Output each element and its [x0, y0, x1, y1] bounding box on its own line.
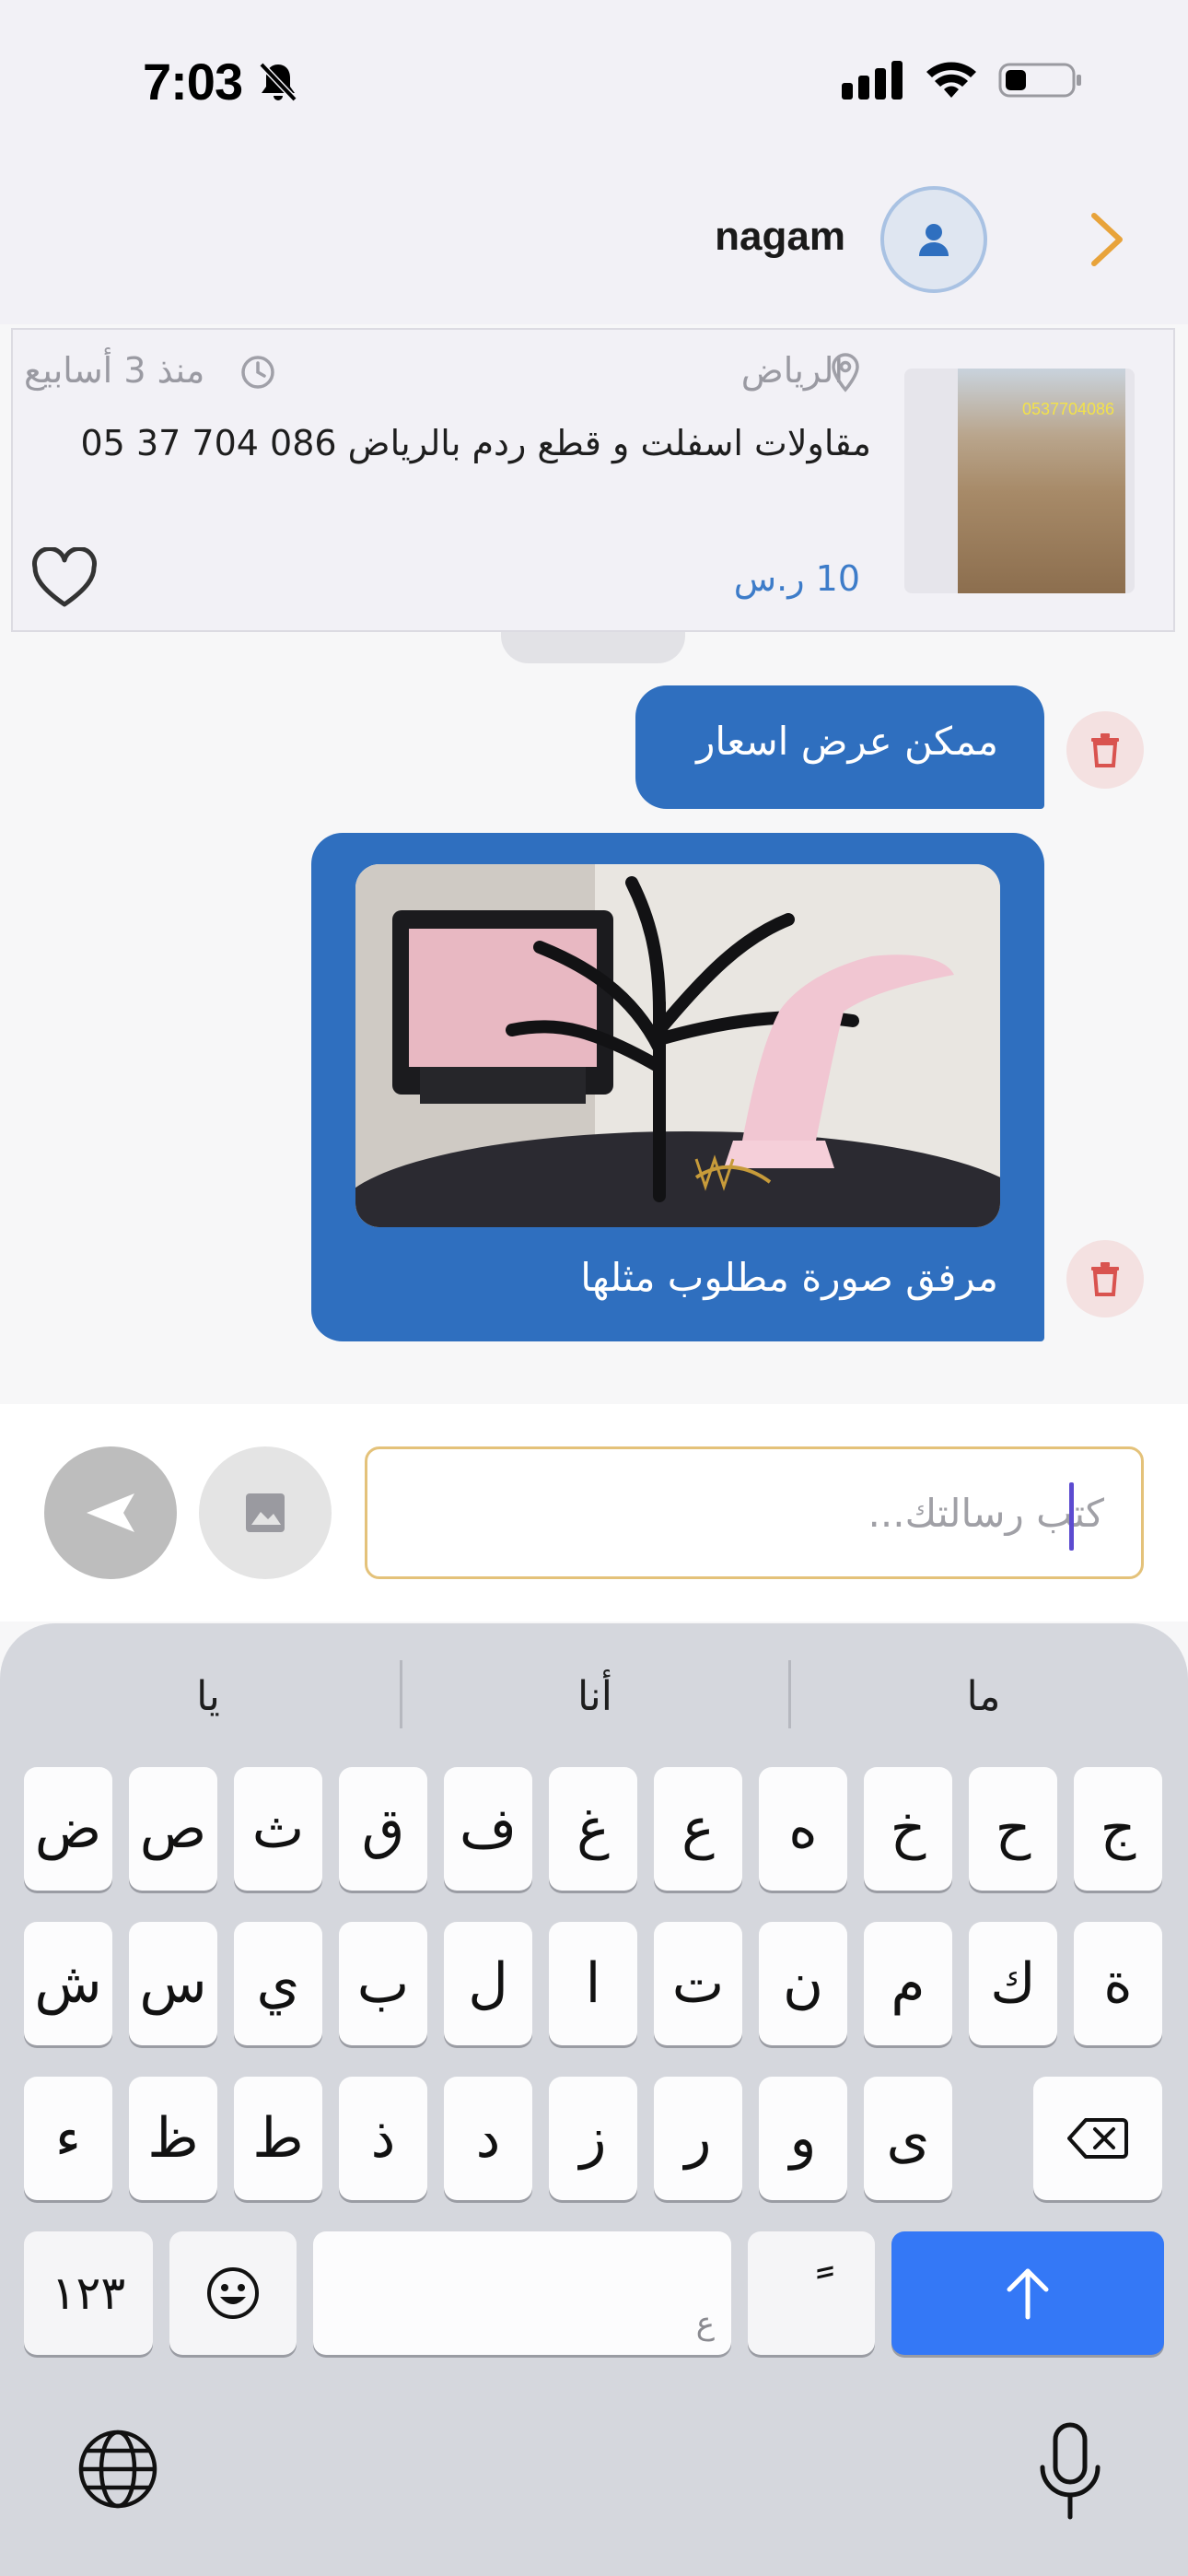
key[interactable]: ك: [969, 1922, 1057, 2045]
person-icon: [919, 224, 949, 256]
listing-photo-phone: 0537704086: [1022, 400, 1114, 418]
delete-message-button[interactable]: [1066, 1240, 1144, 1317]
message-caption: مرفق صورة مطلوب مثلها: [580, 1255, 998, 1300]
key[interactable]: ز: [549, 2077, 637, 2200]
arrow-up-icon: [1007, 2268, 1049, 2320]
numbers-key[interactable]: ١٢٣: [24, 2231, 153, 2355]
status-time: 7:03: [143, 53, 243, 111]
message-attachment-image[interactable]: [355, 864, 1000, 1227]
emoji-key[interactable]: [169, 2231, 297, 2355]
key[interactable]: ى: [864, 2077, 952, 2200]
chat-header: nagam: [0, 158, 1188, 324]
heart-icon[interactable]: [29, 547, 99, 612]
bell-slash-icon: [259, 62, 297, 102]
key[interactable]: ب: [339, 1922, 427, 2045]
trash-icon: [1091, 733, 1119, 767]
key[interactable]: ي: [234, 1922, 322, 2045]
send-button[interactable]: [44, 1446, 177, 1579]
key[interactable]: ا: [549, 1922, 637, 2045]
message-bubble[interactable]: ممكن عرض اسعار: [635, 685, 1044, 809]
diacritic-key[interactable]: ً: [748, 2231, 875, 2355]
key[interactable]: ط: [234, 2077, 322, 2200]
key[interactable]: ة: [1074, 1922, 1162, 2045]
suggestion-item[interactable]: أنا: [402, 1660, 788, 1734]
key[interactable]: ح: [969, 1767, 1057, 1891]
key[interactable]: ض: [24, 1767, 112, 1891]
key[interactable]: ء: [24, 2077, 112, 2200]
text-caret: [1069, 1482, 1074, 1551]
jewelry-stand-photo: [355, 864, 1000, 1227]
key[interactable]: غ: [549, 1767, 637, 1891]
wifi-icon: [926, 62, 976, 98]
message-text: ممكن عرض اسعار: [696, 719, 998, 764]
key[interactable]: م: [864, 1922, 952, 2045]
delete-message-button[interactable]: [1066, 711, 1144, 789]
key[interactable]: و: [759, 2077, 847, 2200]
key[interactable]: ث: [234, 1767, 322, 1891]
battery-icon: [998, 63, 1081, 98]
return-key[interactable]: [891, 2231, 1164, 2355]
key[interactable]: ل: [444, 1922, 532, 2045]
status-bar: 7:03: [0, 0, 1188, 158]
svg-text:0537704086: 0537704086: [1022, 400, 1114, 418]
listing-price: 10 ر.س: [733, 558, 860, 599]
space-key[interactable]: ع: [313, 2231, 731, 2355]
trash-icon: [1091, 1262, 1119, 1296]
contact-name[interactable]: nagam: [715, 214, 845, 260]
listing-time-ago: منذ 3 أسابيع: [24, 350, 205, 391]
key[interactable]: ع: [654, 1767, 742, 1891]
microphone-icon[interactable]: [1035, 2421, 1105, 2523]
image-icon: [246, 1493, 285, 1532]
date-separator: [501, 632, 685, 663]
key[interactable]: ف: [444, 1767, 532, 1891]
send-icon: [87, 1493, 134, 1532]
key[interactable]: ج: [1074, 1767, 1162, 1891]
key[interactable]: ص: [129, 1767, 217, 1891]
clock-icon: [241, 356, 274, 389]
suggestion-item[interactable]: يا: [15, 1660, 402, 1734]
key[interactable]: ت: [654, 1922, 742, 2045]
key[interactable]: ق: [339, 1767, 427, 1891]
backspace-key[interactable]: [1033, 2077, 1162, 2200]
listing-title: مقاولات اسفلت و قطع ردم بالرياض 086 704 …: [80, 423, 871, 463]
emoji-icon: [207, 2267, 259, 2319]
keyboard: يا أنا ما ض ص ث ق ف غ ع ه خ ح ج ش س ي ب …: [0, 1623, 1188, 2576]
listing-thumbnail: 0537704086: [904, 369, 1135, 593]
key[interactable]: خ: [864, 1767, 952, 1891]
suggestion-bar: يا أنا ما: [0, 1660, 1188, 1734]
key[interactable]: ذ: [339, 2077, 427, 2200]
key[interactable]: س: [129, 1922, 217, 2045]
message-input[interactable]: [386, 1449, 1104, 1576]
key[interactable]: د: [444, 2077, 532, 2200]
key[interactable]: ن: [759, 1922, 847, 2045]
avatar[interactable]: [880, 186, 987, 293]
suggestion-item[interactable]: ما: [790, 1660, 1177, 1734]
attach-image-button[interactable]: [199, 1446, 332, 1579]
message-input-field[interactable]: [365, 1446, 1144, 1579]
chevron-right-icon[interactable]: [1087, 210, 1127, 269]
listing-card[interactable]: 0537704086 الرياض منذ 3 أسابيع مقاولات ا…: [11, 328, 1175, 632]
backspace-icon: [1067, 2118, 1128, 2159]
key[interactable]: ش: [24, 1922, 112, 2045]
key[interactable]: ظ: [129, 2077, 217, 2200]
key[interactable]: ه: [759, 1767, 847, 1891]
globe-icon[interactable]: [76, 2427, 160, 2512]
cellular-signal-icon: [842, 61, 903, 100]
key[interactable]: ر: [654, 2077, 742, 2200]
message-composer: [0, 1404, 1188, 1622]
location-pin-icon: [832, 353, 859, 392]
message-bubble-with-image[interactable]: مرفق صورة مطلوب مثلها: [311, 833, 1044, 1341]
